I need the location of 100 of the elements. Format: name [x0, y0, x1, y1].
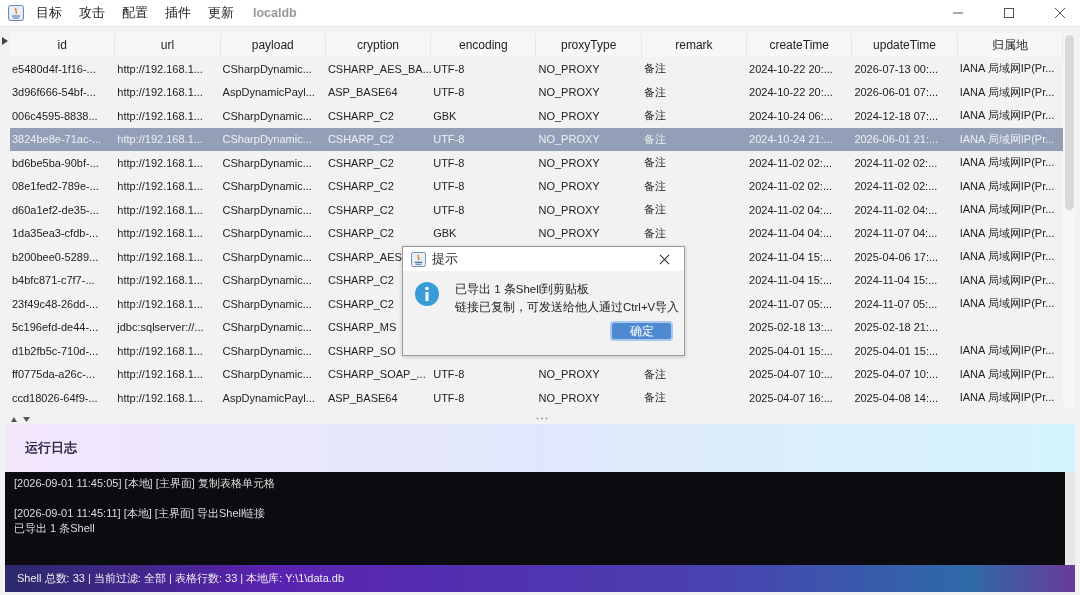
table-cell: 2025-04-08 14:... [854, 391, 939, 404]
table-cell: http://192.168.1... [117, 368, 203, 381]
table-cell: CSHARP_AES [327, 250, 402, 263]
status-text: Shell 总数: 33 | 当前过滤: 全部 | 表格行数: 33 | 本地库: Y:\1\data.db [17, 571, 345, 586]
table-cell: 备注 [643, 203, 666, 216]
table-cell: IANA 局域网IP(Pr... [959, 297, 1055, 310]
table-cell: 2024-10-24 21:... [749, 133, 833, 146]
table-cell: 备注 [643, 85, 666, 98]
table-cell: NO_PROXY [538, 156, 600, 169]
table-cell: 备注 [643, 156, 666, 169]
table-cell: CSharpDynamic... [222, 274, 312, 287]
table-cell: IANA 局域网IP(Pr... [959, 273, 1055, 286]
table-cell: d60a1ef2-de35-... [12, 203, 99, 216]
column-header[interactable]: cryption [325, 33, 432, 57]
table-cell: 2024-10-22 20:... [749, 86, 833, 99]
scroll-thumb[interactable] [1064, 35, 1074, 210]
table-cell: CSharpDynamic... [222, 227, 312, 240]
table-cell: 2024-11-02 04:... [749, 203, 833, 216]
table-cell: CSharpDynamic... [222, 62, 312, 75]
table-cell: IANA 局域网IP(Pr... [959, 132, 1055, 145]
close-icon[interactable] [659, 253, 670, 265]
table-cell: IANA 局域网IP(Pr... [959, 109, 1055, 122]
table-cell: CSharpDynamic... [222, 297, 312, 310]
table-cell: 备注 [643, 62, 666, 75]
table-cell: 2024-11-07 05:... [854, 297, 938, 310]
menu-item[interactable]: 配置 [122, 4, 148, 22]
table-cell: CSHARP_SO [327, 344, 396, 357]
table-cell: IANA 局域网IP(Pr... [959, 156, 1055, 169]
column-header[interactable]: url [115, 33, 221, 57]
table-cell: 2024-11-02 02:... [749, 180, 833, 193]
table-cell: CSharpDynamic... [222, 109, 312, 122]
scrollbar[interactable] [1063, 33, 1075, 409]
column-header[interactable]: encoding [431, 33, 537, 57]
table-cell: 2025-04-01 15:... [854, 344, 939, 357]
table-cell: http://192.168.1... [117, 109, 203, 122]
table-cell: IANA 局域网IP(Pr... [959, 250, 1055, 263]
log-line: [2026-09-01 11:45:05] [本地] [主界面] 复制表格单元格 [14, 477, 275, 489]
column-header[interactable]: proxyType [536, 33, 642, 57]
table-cell: 2025-04-01 15:... [749, 344, 833, 357]
table-cell: 2024-11-02 04:... [854, 203, 938, 216]
table-cell: NO_PROXY [538, 109, 600, 122]
table-cell: NO_PROXY [538, 86, 600, 99]
dialog-message: 链接已复制，可发送给他人通过Ctrl+V导入 [455, 300, 680, 315]
table-cell: 2024-11-04 15:... [749, 274, 833, 287]
table-cell: CSharpDynamic... [222, 180, 312, 193]
column-header[interactable]: remark [641, 33, 748, 57]
table-cell: CSharpDynamic... [222, 344, 312, 357]
table-cell: NO_PROXY [538, 62, 600, 75]
table-cell: http://192.168.1... [117, 133, 203, 146]
table-cell: 备注 [643, 109, 666, 122]
table-cell: 2024-11-07 04:... [854, 227, 938, 240]
splitter-grip-icon[interactable] [536, 417, 548, 420]
table-cell: GBK [433, 227, 457, 240]
table-cell: ff0775da-a26c-... [12, 368, 95, 381]
menu-item[interactable]: 目标 [36, 4, 62, 22]
table-cell: 006c4595-8838... [12, 109, 98, 122]
table-cell: IANA 局域网IP(Pr... [959, 203, 1055, 216]
table-cell: 备注 [643, 367, 666, 380]
table-cell: 5c196efd-de44-... [12, 321, 99, 334]
collapse-arrows-icon[interactable] [11, 415, 33, 422]
ok-button[interactable]: 确定 [610, 321, 673, 341]
column-header[interactable]: 归属地 [957, 33, 1063, 57]
table-cell: 2024-11-02 02:... [749, 156, 833, 169]
table-cell: 1da35ea3-cfdb-... [12, 227, 99, 240]
table-cell: b200bee0-5289... [12, 250, 99, 263]
column-header[interactable]: payload [220, 33, 326, 57]
table-cell: 2026-07-13 00:... [854, 62, 939, 75]
table-cell: CSHARP_C2 [327, 133, 394, 146]
menu-item[interactable]: 插件 [165, 4, 191, 22]
menu-item[interactable]: 更新 [208, 4, 234, 22]
table-cell: IANA 局域网IP(Pr... [959, 85, 1055, 98]
table-cell: IANA 局域网IP(Pr... [959, 344, 1055, 357]
app-icon [411, 251, 426, 267]
expand-arrow-icon[interactable] [2, 37, 8, 45]
table-cell: http://192.168.1... [117, 297, 203, 310]
table-cell: http://192.168.1... [117, 250, 203, 263]
scrollbar[interactable] [1065, 472, 1075, 565]
table-cell: IANA 局域网IP(Pr... [959, 62, 1055, 75]
maximize-icon[interactable] [1003, 7, 1015, 19]
table-cell: http://192.168.1... [117, 391, 203, 404]
menu-item[interactable]: 攻击 [79, 4, 105, 22]
table-cell: NO_PROXY [538, 368, 600, 381]
table-cell: IANA 局域网IP(Pr... [959, 226, 1055, 239]
table-cell: NO_PROXY [538, 133, 600, 146]
table-cell: 2025-02-18 21:... [854, 321, 939, 334]
table-cell: UTF-8 [433, 203, 465, 216]
table-cell: d1b2fb5c-710d-... [12, 344, 99, 357]
dialog-message: 已导出 1 条Shell到剪贴板 [455, 282, 591, 297]
column-header[interactable]: createTime [747, 33, 853, 57]
table-cell: jdbc:sqlserver://... [117, 321, 204, 334]
table-cell: IANA 局域网IP(Pr... [959, 367, 1055, 380]
table-cell: UTF-8 [433, 156, 465, 169]
table-cell: CSHARP_C2 [327, 227, 394, 240]
table-cell: 2024-11-04 04:... [749, 227, 833, 240]
table-cell: 2024-11-02 02:... [854, 180, 938, 193]
close-icon[interactable] [1054, 7, 1066, 19]
table-cell: 2024-10-22 20:... [749, 62, 833, 75]
table-cell: UTF-8 [433, 180, 465, 193]
column-header[interactable]: id [10, 33, 116, 57]
column-header[interactable]: updateTime [852, 33, 958, 57]
